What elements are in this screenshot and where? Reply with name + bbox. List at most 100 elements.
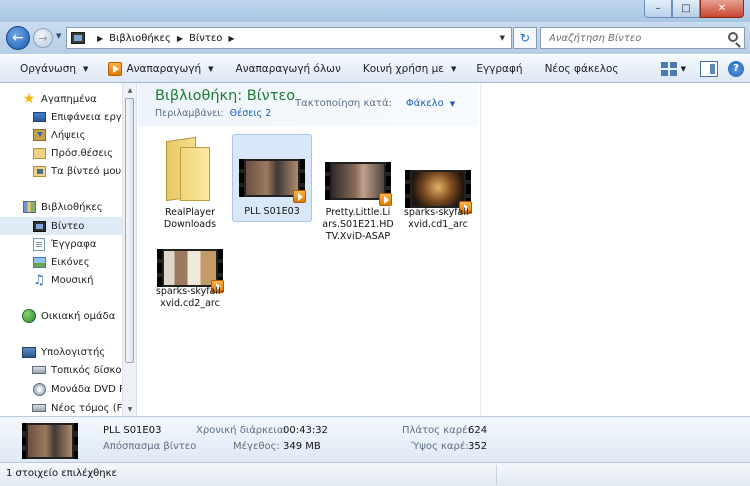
size-label: Μέγεθος: xyxy=(233,441,280,452)
back-arrow-icon: ← xyxy=(12,30,24,46)
nav-label: Εικόνες xyxy=(51,256,90,268)
maximize-button[interactable]: □ xyxy=(672,0,700,18)
chevron-down-icon[interactable]: ▼ xyxy=(450,100,455,108)
burn-button[interactable]: Εγγραφή xyxy=(464,55,530,82)
breadcrumb-chevron-icon[interactable]: ▶ xyxy=(177,34,183,43)
frame-width-value: 624 xyxy=(468,425,488,436)
file-view: Βιβλιοθήκη: Βίντεο Περιλαμβάνει: Θέσεις 2… xyxy=(138,83,750,416)
nav-downloads[interactable]: Λήψεις xyxy=(0,126,123,144)
play-label: Αναπαραγωγή xyxy=(126,62,202,75)
homegroup-icon xyxy=(22,309,36,323)
nav-scrollbar[interactable]: ▲ ▼ xyxy=(122,83,136,416)
search-icon[interactable] xyxy=(728,32,738,42)
chevron-down-icon: ▼ xyxy=(450,64,457,73)
nav-new-volume[interactable]: Νέος τόμος (F:) xyxy=(0,399,123,416)
breadcrumb-libraries[interactable]: Βιβλιοθήκες xyxy=(109,33,171,44)
nav-computer[interactable]: Υπολογιστής xyxy=(0,343,123,361)
scroll-down-icon[interactable]: ▼ xyxy=(123,402,137,416)
share-with-button[interactable]: Κοινή χρήση με ▼ xyxy=(349,55,465,82)
forward-arrow-icon: → xyxy=(38,31,48,45)
nav-label: Βιβλιοθήκες xyxy=(41,201,103,213)
nav-dvd-drive[interactable]: Μονάδα DVD RW xyxy=(0,380,123,398)
file-item[interactable]: Pretty.Little.Li ars.S01E21.HD TV.XviD-A… xyxy=(320,134,396,244)
play-button[interactable]: Αναπαραγωγή ▼ xyxy=(96,55,221,82)
arrange-by-dropdown[interactable]: Φάκελο xyxy=(406,98,444,109)
selected-video-thumbnail xyxy=(22,423,78,459)
nav-label: Αγαπημένα xyxy=(41,93,97,105)
play-icon xyxy=(293,190,306,203)
status-text: 1 στοιχείο επιλέχθηκε xyxy=(6,468,117,479)
frame-height-value: 352 xyxy=(468,441,488,452)
frame-width-label: Πλάτος καρέ: xyxy=(402,425,471,436)
scrollbar-thumb[interactable] xyxy=(125,98,134,363)
video-folder-icon xyxy=(32,165,46,177)
change-view-icon[interactable] xyxy=(660,61,677,76)
address-bar[interactable]: ▶ Βιβλιοθήκες ▶ Βίντεο ▶ ▼ xyxy=(66,27,512,49)
desktop-icon xyxy=(32,112,46,122)
video-library-icon xyxy=(71,32,85,44)
breadcrumb-chevron-icon[interactable]: ▶ xyxy=(97,34,103,43)
status-divider xyxy=(496,465,497,485)
nav-label: Τοπικός δίσκος xyxy=(51,364,123,376)
forward-button[interactable]: → xyxy=(33,28,53,48)
refresh-button[interactable]: ↻ xyxy=(513,27,537,49)
star-icon: ★ xyxy=(22,91,36,107)
search-input[interactable] xyxy=(549,32,725,44)
navigation-tree: ★ Αγαπημένα Επιφάνεια εργασ Λήψεις Πρόσ.… xyxy=(0,83,123,416)
nav-music[interactable]: ♫ Μουσική xyxy=(0,271,123,289)
locations-link[interactable]: Θέσεις 2 xyxy=(230,108,272,119)
column-divider xyxy=(480,83,481,416)
library-includes: Περιλαμβάνει: Θέσεις 2 xyxy=(155,108,271,119)
scroll-up-icon[interactable]: ▲ xyxy=(123,83,137,97)
dvd-drive-icon xyxy=(32,382,46,396)
help-icon[interactable]: ? xyxy=(728,60,744,77)
nav-pictures[interactable]: Εικόνες xyxy=(0,253,123,271)
computer-icon xyxy=(22,346,36,358)
file-item-selected[interactable]: PLL S01E03 xyxy=(232,134,312,224)
organize-button[interactable]: Οργάνωση ▼ xyxy=(0,55,96,82)
file-item[interactable]: sparks-skyfall- xvid.cd2_arc xyxy=(152,246,228,316)
address-history-dropdown[interactable]: ▼ xyxy=(500,34,505,42)
preview-pane-icon[interactable] xyxy=(700,60,718,77)
new-folder-button[interactable]: Νέος φάκελος xyxy=(531,55,627,82)
breadcrumb-videos[interactable]: Βίντεο xyxy=(189,33,222,44)
breadcrumb-chevron-icon[interactable]: ▶ xyxy=(228,34,234,43)
chevron-down-icon[interactable]: ▼ xyxy=(681,65,686,73)
nav-recent-places[interactable]: Πρόσ.θέσεις xyxy=(0,144,123,162)
file-name: sparks-skyfall- xvid.cd2_arc xyxy=(155,286,225,309)
nav-my-videos[interactable]: Τα βίντεό μου xyxy=(0,162,123,180)
nav-label: Έγγραφα xyxy=(51,238,97,250)
share-label: Κοινή χρήση με xyxy=(362,62,444,75)
nav-label: Πρόσ.θέσεις xyxy=(51,147,114,159)
documents-icon xyxy=(33,237,45,251)
status-bar: 1 στοιχείο επιλέχθηκε xyxy=(0,462,750,486)
nav-videos[interactable]: Βίντεο xyxy=(0,217,123,235)
arrange-label: Τακτοποίηση κατά: xyxy=(295,98,392,109)
library-header: Βιβλιοθήκη: Βίντεο Περιλαμβάνει: Θέσεις 2… xyxy=(138,83,478,126)
nav-local-disk[interactable]: Τοπικός δίσκος xyxy=(0,361,123,379)
back-button[interactable]: ← xyxy=(6,26,30,50)
video-thumbnail xyxy=(157,249,224,293)
video-thumbnail xyxy=(239,159,306,203)
recent-pages-dropdown[interactable]: ▼ xyxy=(56,32,61,40)
recent-places-icon xyxy=(32,147,46,159)
window-controls: – □ ✕ xyxy=(644,0,744,18)
nav-desktop[interactable]: Επιφάνεια εργασ xyxy=(0,108,123,126)
video-library-icon xyxy=(32,220,46,232)
minimize-button[interactable]: – xyxy=(644,0,672,18)
libraries-icon xyxy=(22,201,36,213)
file-item[interactable]: sparks-skyfall- xvid.cd1_arc xyxy=(400,134,476,234)
close-button[interactable]: ✕ xyxy=(700,0,744,18)
size-value: 349 MB xyxy=(283,441,321,452)
nav-documents[interactable]: Έγγραφα xyxy=(0,235,123,253)
nav-homegroup[interactable]: Οικιακή ομάδα xyxy=(0,307,123,325)
folder-icon xyxy=(156,133,226,202)
nav-label: Μονάδα DVD RW xyxy=(51,383,123,395)
nav-label: Οικιακή ομάδα xyxy=(41,310,116,322)
nav-libraries[interactable]: Βιβλιοθήκες xyxy=(0,198,123,216)
nav-label: Βίντεο xyxy=(51,220,85,232)
play-all-button[interactable]: Αναπαραγωγή όλων xyxy=(222,55,349,82)
file-item[interactable]: RealPlayer Downloads xyxy=(152,133,228,233)
nav-favorites[interactable]: ★ Αγαπημένα xyxy=(0,90,123,108)
command-bar: Οργάνωση ▼ Αναπαραγωγή ▼ Αναπαραγωγή όλω… xyxy=(0,54,750,83)
